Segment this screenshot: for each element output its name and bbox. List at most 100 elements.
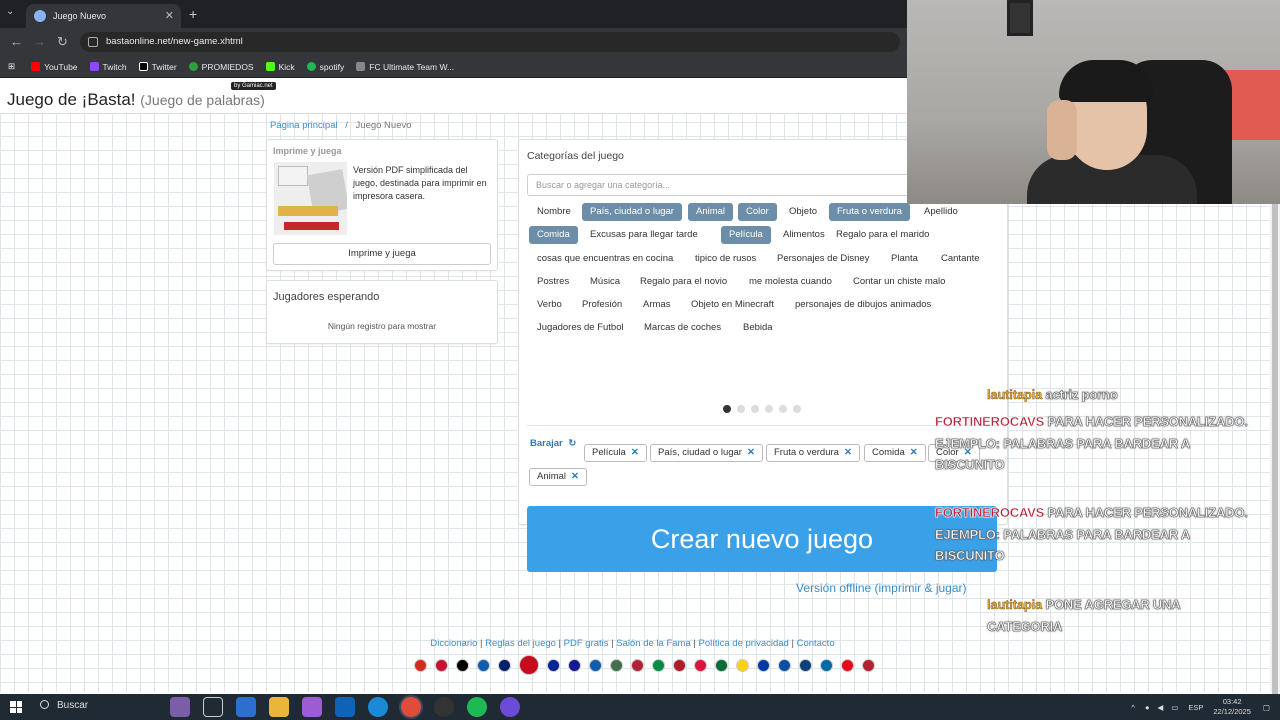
footer-link[interactable]: Reglas del juego xyxy=(485,638,556,649)
remove-icon[interactable]: ✕ xyxy=(747,447,755,458)
edge-icon[interactable] xyxy=(368,697,388,717)
discord-icon[interactable] xyxy=(500,697,520,717)
remove-icon[interactable]: ✕ xyxy=(631,447,639,458)
scrollbar-thumb[interactable] xyxy=(1272,200,1278,720)
language-flag-icon[interactable] xyxy=(477,658,490,672)
browser-tab[interactable]: Juego Nuevo ✕ xyxy=(26,4,181,28)
remove-icon[interactable]: ✕ xyxy=(910,447,918,458)
category-chip[interactable]: Verbo xyxy=(529,296,570,314)
copilot-icon[interactable] xyxy=(302,697,322,717)
apps-icon[interactable]: ⊞ xyxy=(8,61,15,72)
file-explorer-icon[interactable] xyxy=(269,697,289,717)
category-chip[interactable]: Marcas de coches xyxy=(636,319,729,337)
category-chip[interactable]: Animal xyxy=(688,203,734,221)
category-chip[interactable]: Profesión xyxy=(574,296,630,314)
bookmark-fc[interactable]: FC Ultimate Team W... xyxy=(356,62,454,72)
bookmark-twitter[interactable]: Twitter xyxy=(138,62,177,72)
category-chip[interactable]: tipico de rusos xyxy=(687,250,764,268)
category-chip[interactable]: Película xyxy=(721,226,771,244)
carousel-dot[interactable] xyxy=(779,405,787,413)
forward-icon[interactable]: → xyxy=(33,34,46,49)
category-chip[interactable]: Regalo para el novio xyxy=(632,273,735,291)
category-chip[interactable]: Color xyxy=(738,203,777,221)
language-flag-icon[interactable] xyxy=(778,658,791,672)
language-flag-icon[interactable] xyxy=(610,658,623,672)
gamiac-badge[interactable]: by Gamiac.net xyxy=(231,82,276,90)
taskbar-search[interactable]: Buscar xyxy=(40,700,88,711)
language-flag-icon[interactable] xyxy=(862,658,875,672)
category-chip[interactable]: Postres xyxy=(529,273,577,291)
language-flag-icon[interactable] xyxy=(414,658,427,672)
language-flag-icon[interactable] xyxy=(435,658,448,672)
carousel-dot[interactable] xyxy=(751,405,759,413)
shuffle-button[interactable]: Barajar ↻ xyxy=(530,438,576,449)
store-icon[interactable] xyxy=(236,697,256,717)
category-chip[interactable]: Armas xyxy=(635,296,678,314)
clock[interactable]: 03:42 22/12/2025 xyxy=(1213,697,1251,717)
category-chip[interactable]: Personajes de Disney xyxy=(769,250,877,268)
language-flag-icon[interactable] xyxy=(715,658,728,672)
category-chip[interactable]: Objeto en Minecraft xyxy=(683,296,782,314)
category-chip[interactable]: Objeto xyxy=(781,203,825,221)
windows-start-icon[interactable] xyxy=(10,701,22,713)
category-chip[interactable]: Nombre xyxy=(529,203,579,221)
category-chip[interactable]: Regalo para el marido xyxy=(828,226,937,244)
reload-icon[interactable]: ↻ xyxy=(57,34,68,50)
carousel-dot[interactable] xyxy=(765,405,773,413)
mic-icon[interactable]: ● xyxy=(1145,703,1150,712)
site-info-icon[interactable] xyxy=(88,37,98,47)
remove-icon[interactable]: ✕ xyxy=(844,447,852,458)
category-chip[interactable]: me molesta cuando xyxy=(741,273,840,291)
print-and-play-button[interactable]: Imprime y juega xyxy=(273,243,491,265)
language-flag-icon[interactable] xyxy=(568,658,581,672)
footer-link[interactable]: Política de privacidad xyxy=(699,638,789,649)
create-game-button[interactable]: Crear nuevo juego xyxy=(527,506,997,572)
back-icon[interactable]: ← xyxy=(10,34,23,49)
language-flag-icon[interactable] xyxy=(799,658,812,672)
breadcrumb-home[interactable]: Página principal xyxy=(270,120,338,131)
footer-link[interactable]: Contacto xyxy=(797,638,835,649)
bookmark-spotify[interactable]: spotify xyxy=(306,62,344,72)
category-chip[interactable]: Jugadores de Futbol xyxy=(529,319,632,337)
language-flag-icon[interactable] xyxy=(694,658,707,672)
category-chip[interactable]: Apellido xyxy=(916,203,966,221)
category-chip[interactable]: Bebida xyxy=(735,319,781,337)
chevron-up-icon[interactable]: ^ xyxy=(1131,703,1135,712)
language-flag-icon[interactable] xyxy=(820,658,833,672)
url-field[interactable]: bastaonline.net/new-game.xhtml xyxy=(80,32,900,52)
category-chip[interactable]: cosas que encuentras en cocina xyxy=(529,250,681,268)
category-chip[interactable]: Excusas para llegar tarde xyxy=(582,226,706,244)
language-flag-icon[interactable] xyxy=(736,658,749,672)
category-chip[interactable]: Fruta o verdura xyxy=(829,203,910,221)
site-title[interactable]: Juego de ¡Basta! (Juego de palabras) xyxy=(7,90,265,110)
language-indicator[interactable]: ESP xyxy=(1188,703,1203,712)
close-tab-icon[interactable]: ✕ xyxy=(165,9,174,22)
network-icon[interactable]: ▭ xyxy=(1171,703,1178,712)
obs-icon[interactable] xyxy=(434,697,454,717)
footer-link[interactable]: PDF gratis xyxy=(564,638,609,649)
language-flag-icon[interactable] xyxy=(841,658,854,672)
spotify-icon[interactable] xyxy=(467,697,487,717)
category-chip[interactable]: Contar un chiste malo xyxy=(845,273,953,291)
remove-icon[interactable]: ✕ xyxy=(571,471,579,482)
category-chip[interactable]: Comida xyxy=(529,226,578,244)
tab-search-icon[interactable]: ⌄ xyxy=(6,6,14,17)
category-chip[interactable]: Alimentos xyxy=(775,226,833,244)
task-view-icon[interactable] xyxy=(203,697,223,717)
chrome-icon[interactable] xyxy=(401,697,421,717)
language-flag-icon[interactable] xyxy=(589,658,602,672)
notification-icon[interactable]: ▢ xyxy=(1263,703,1270,712)
bookmark-youtube[interactable]: YouTube xyxy=(31,62,78,72)
language-flag-icon[interactable] xyxy=(652,658,665,672)
bookmark-twitch[interactable]: Twitch xyxy=(89,62,127,72)
carousel-dot[interactable] xyxy=(737,405,745,413)
language-flag-icon[interactable] xyxy=(456,658,469,672)
language-flag-icon[interactable] xyxy=(757,658,770,672)
widget-icon[interactable] xyxy=(170,697,190,717)
carousel-dot[interactable] xyxy=(793,405,801,413)
footer-link[interactable]: Salón de la Fama xyxy=(616,638,690,649)
language-flag-icon[interactable] xyxy=(519,655,539,675)
outlook-icon[interactable] xyxy=(335,697,355,717)
carousel-dot[interactable] xyxy=(723,405,731,413)
category-chip[interactable]: Planta xyxy=(883,250,926,268)
